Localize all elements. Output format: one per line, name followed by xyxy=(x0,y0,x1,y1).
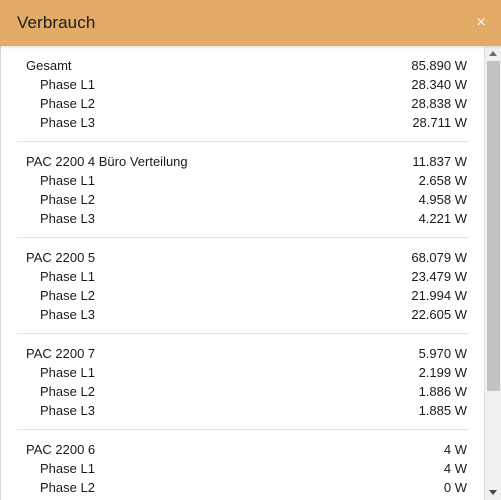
phase-row: Phase L3 1.885 W xyxy=(17,401,469,420)
dialog-title: Verbrauch xyxy=(17,13,96,32)
phase-label: Phase L1 xyxy=(40,173,95,188)
close-icon[interactable]: × xyxy=(470,12,492,34)
scrollbar-thumb[interactable] xyxy=(487,61,500,391)
consumption-group: PAC 2200 7 5.970 W Phase L1 2.199 W Phase L2… xyxy=(17,334,469,430)
phase-value: 28.838 W xyxy=(411,96,467,111)
group-row: PAC 2200 6 4 W xyxy=(17,440,469,459)
group-label: PAC 2200 5 xyxy=(26,250,96,265)
consumption-list: Gesamt 85.890 W Phase L1 28.340 W Phase L2 28… xyxy=(1,46,483,500)
phase-label: Phase L3 xyxy=(40,115,95,130)
phase-value: 22.605 W xyxy=(411,307,467,322)
phase-row: Phase L2 0 W xyxy=(17,478,469,497)
consumption-group: PAC 2200 6 4 W Phase L1 4 W Phase L2 0 W xyxy=(17,430,469,500)
phase-label: Phase L1 xyxy=(40,365,95,380)
dialog-header: Verbrauch × xyxy=(0,0,501,46)
group-row: PAC 2200 4 Büro Verteilung 11.837 W xyxy=(17,152,469,171)
phase-value: 28.711 W xyxy=(412,115,467,130)
group-label: PAC 2200 7 xyxy=(26,346,96,361)
phase-row: Phase L1 4 W xyxy=(17,459,469,478)
scroll-viewport: Gesamt 85.890 W Phase L1 28.340 W Phase L2 28… xyxy=(1,46,483,500)
phase-value: 1.886 W xyxy=(418,384,467,399)
scroll-up-arrow-icon[interactable] xyxy=(485,46,501,61)
phase-label: Phase L1 xyxy=(40,461,95,476)
consumption-group: PAC 2200 4 Büro Verteilung 11.837 W Phase … xyxy=(17,142,469,238)
phase-row: Phase L3 28.711 W xyxy=(17,113,469,132)
phase-label: Phase L2 xyxy=(40,480,95,495)
group-value: 85.890 W xyxy=(411,58,467,73)
phase-value: 23.479 W xyxy=(411,269,467,284)
consumption-group: PAC 2200 5 68.079 W Phase L1 23.479 W Phase … xyxy=(17,238,469,334)
phase-row: Phase L1 2.199 W xyxy=(17,363,469,382)
phase-value: 4 W xyxy=(443,461,467,476)
phase-label: Phase L2 xyxy=(40,288,95,303)
phase-label: Phase L3 xyxy=(40,307,95,322)
group-label: PAC 2200 4 Büro Verteilung xyxy=(26,154,188,169)
verbrauch-dialog: Verbrauch × Gesamt 85.890 W Phase L1 28.340… xyxy=(0,0,501,500)
phase-row: Phase L3 22.605 W xyxy=(17,305,469,324)
phase-value: 2.199 W xyxy=(418,365,467,380)
phase-label: Phase L2 xyxy=(40,384,95,399)
phase-label: Phase L1 xyxy=(40,77,95,92)
phase-value: 4.958 W xyxy=(418,192,467,207)
phase-label: Phase L2 xyxy=(40,192,95,207)
phase-value: 0 W xyxy=(443,480,467,495)
phase-label: Phase L1 xyxy=(40,269,95,284)
phase-row: Phase L1 2.658 W xyxy=(17,171,469,190)
phase-value: 21.994 W xyxy=(411,288,467,303)
scroll-up-arrow-glyph xyxy=(489,51,497,56)
phase-row: Phase L2 1.886 W xyxy=(17,382,469,401)
phase-value: 4.221 W xyxy=(418,211,467,226)
group-value: 4 W xyxy=(443,442,467,457)
phase-row: Phase L3 4.221 W xyxy=(17,209,469,228)
group-row: PAC 2200 5 68.079 W xyxy=(17,248,469,267)
group-value: 11.837 W xyxy=(412,154,467,169)
phase-row: Phase L1 23.479 W xyxy=(17,267,469,286)
group-label: Gesamt xyxy=(26,58,72,73)
group-value: 5.970 W xyxy=(418,346,467,361)
group-row: PAC 2200 7 5.970 W xyxy=(17,344,469,363)
phase-label: Phase L2 xyxy=(40,96,95,111)
phase-row: Phase L2 21.994 W xyxy=(17,286,469,305)
phase-label: Phase L3 xyxy=(40,403,95,418)
phase-row: Phase L2 28.838 W xyxy=(17,94,469,113)
dialog-body: Gesamt 85.890 W Phase L1 28.340 W Phase L2 28… xyxy=(0,46,501,500)
scroll-down-arrow-glyph xyxy=(489,490,497,495)
vertical-scrollbar[interactable] xyxy=(484,46,501,500)
phase-value: 2.658 W xyxy=(418,173,467,188)
scroll-down-arrow-icon[interactable] xyxy=(485,485,501,500)
phase-value: 1.885 W xyxy=(418,403,467,418)
phase-value: 28.340 W xyxy=(411,77,467,92)
group-label: PAC 2200 6 xyxy=(26,442,96,457)
phase-label: Phase L3 xyxy=(40,211,95,226)
group-row: Gesamt 85.890 W xyxy=(17,56,469,75)
consumption-group: Gesamt 85.890 W Phase L1 28.340 W Phase L2 28… xyxy=(17,46,469,142)
phase-row: Phase L1 28.340 W xyxy=(17,75,469,94)
group-value: 68.079 W xyxy=(411,250,467,265)
phase-row: Phase L2 4.958 W xyxy=(17,190,469,209)
